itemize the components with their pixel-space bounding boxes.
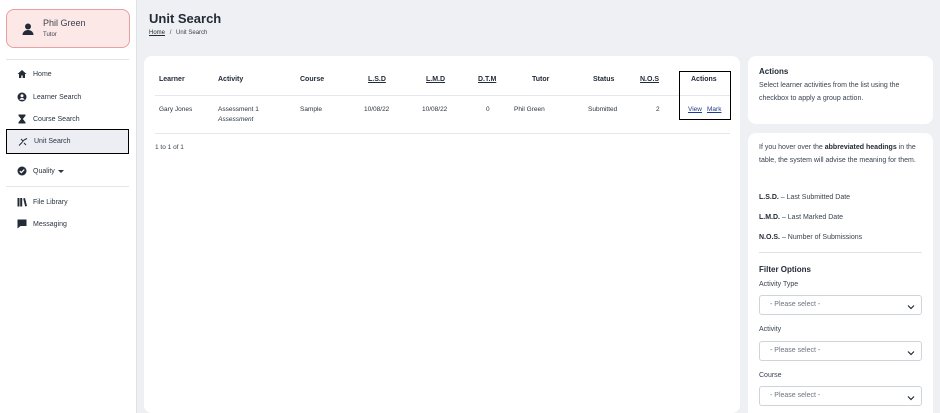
filter-options-title: Filter Options (759, 265, 811, 274)
cell-activity: Assessment 1 (218, 106, 259, 113)
activity-select[interactable]: - Please select - (759, 341, 922, 361)
nos-text: – Number of Submissions (780, 234, 863, 241)
header-dtm[interactable]: D.T.M (478, 76, 496, 83)
chevron-down-icon (907, 347, 915, 356)
breadcrumb-home-link[interactable]: Home (149, 30, 165, 36)
actions-panel-text: Select learner activities from the list … (759, 82, 900, 102)
activity-type-select[interactable]: - Please select - (759, 295, 922, 315)
check-circle-icon (17, 166, 27, 176)
course-select[interactable]: - Please select - (759, 386, 922, 406)
cell-activity-type: Assessment (218, 116, 254, 123)
sidebar-item-messaging[interactable]: Messaging (6, 213, 129, 235)
activity-placeholder: - Please select - (770, 347, 821, 354)
breadcrumb-separator: / (169, 30, 172, 36)
sidebar-item-learner-search[interactable]: Learner Search (6, 86, 129, 108)
breadcrumb-current: Unit Search (176, 30, 208, 36)
user-role: Tutor (43, 32, 57, 38)
user-avatar-icon (21, 22, 35, 36)
header-nos[interactable]: N.O.S (640, 76, 659, 83)
unit-search-icon (18, 137, 28, 147)
user-circle-icon (17, 92, 27, 102)
intro-bold-text: abbreviated headings (824, 144, 897, 151)
activity-label: Activity (759, 326, 782, 333)
cell-status: Submitted (588, 106, 618, 113)
home-icon (17, 69, 27, 79)
cell-learner: Gary Jones (159, 106, 193, 113)
header-activity[interactable]: Activity (218, 76, 243, 83)
lsd-abbr: L.S.D. (759, 194, 779, 201)
cell-course: Sample (300, 106, 323, 113)
sidebar-item-label: File Library (33, 198, 68, 206)
sidebar-divider (6, 186, 129, 187)
lsd-text: – Last Submitted Date (778, 194, 851, 201)
row-divider (155, 133, 730, 134)
cell-dtm: 0 (486, 106, 490, 113)
intro-text: If you hover over the (759, 144, 825, 151)
header-tutor[interactable]: Tutor (532, 76, 549, 83)
header-status[interactable]: Status (593, 76, 614, 83)
header-learner[interactable]: Learner (159, 76, 185, 83)
sidebar-item-label: Learner Search (33, 93, 82, 101)
header-divider (155, 95, 730, 96)
sidebar-item-label: Messaging (33, 220, 67, 228)
actions-highlight (679, 71, 731, 120)
cell-lmd: 10/08/22 (422, 106, 448, 113)
sidebar-item-home[interactable]: Home (6, 63, 129, 85)
nos-definition: N.O.S. – Number of Submissions (759, 232, 862, 245)
sidebar: Phil Green Tutor Home Learner Search Cou… (0, 0, 137, 413)
sidebar-item-quality[interactable]: Quality (6, 160, 129, 182)
lmd-abbr: L.M.D. (759, 214, 780, 221)
page-title: Unit Search (149, 11, 222, 26)
sidebar-item-label: Quality (33, 167, 55, 175)
sidebar-item-label: Unit Search (34, 138, 71, 145)
lmd-definition: L.M.D. – Last Marked Date (759, 212, 843, 225)
sidebar-item-course-search[interactable]: Course Search (6, 108, 129, 130)
sidebar-item-label: Course Search (33, 115, 80, 123)
sidebar-item-unit-search[interactable]: Unit Search (6, 129, 129, 154)
lmd-text: – Last Marked Date (780, 214, 844, 221)
sidebar-item-file-library[interactable]: File Library (6, 191, 129, 213)
lsd-definition: L.S.D. – Last Submitted Date (759, 192, 850, 205)
cell-lsd: 10/08/22 (364, 106, 390, 113)
header-course[interactable]: Course (300, 76, 324, 83)
sidebar-item-label: Home (33, 70, 52, 78)
hourglass-icon (17, 114, 27, 124)
cell-tutor: Phil Green (514, 106, 545, 113)
breadcrumb: Home / Unit Search (149, 30, 207, 36)
chevron-down-icon (907, 392, 915, 401)
panel-divider (759, 252, 922, 253)
course-label: Course (759, 372, 782, 379)
header-lmd[interactable]: L.M.D (426, 76, 445, 83)
message-icon (17, 219, 27, 229)
course-placeholder: - Please select - (770, 392, 821, 399)
user-name: Phil Green (43, 18, 86, 28)
sidebar-divider (6, 59, 129, 60)
activity-type-label: Activity Type (759, 281, 799, 288)
cell-nos: 2 (656, 106, 660, 113)
books-icon (17, 197, 27, 207)
abbreviation-intro: If you hover over the abbreviated headin… (759, 142, 925, 167)
user-card[interactable]: Phil Green Tutor (6, 9, 130, 48)
activity-type-placeholder: - Please select - (770, 301, 821, 308)
chevron-down-icon (907, 301, 915, 310)
nos-abbr: N.O.S. (759, 234, 781, 241)
pagination-info: 1 to 1 of 1 (155, 144, 184, 151)
header-lsd[interactable]: L.S.D (368, 76, 386, 83)
caret-down-icon (57, 169, 64, 173)
actions-panel-title: Actions (759, 67, 789, 76)
